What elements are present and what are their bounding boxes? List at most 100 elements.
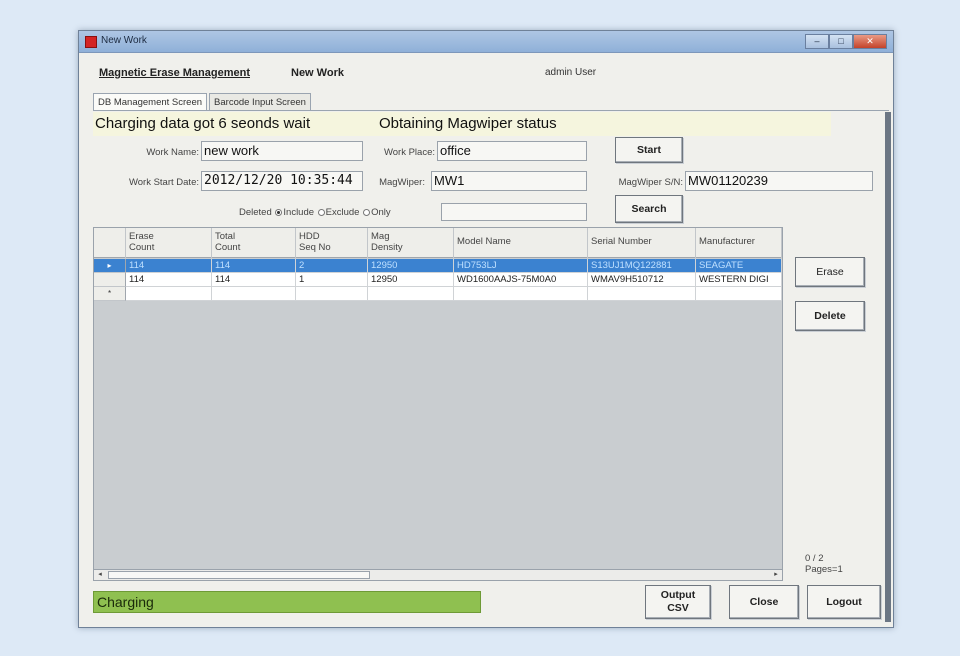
output-csv-line2: CSV (667, 602, 689, 614)
col-total-count[interactable]: Total Count (212, 228, 296, 258)
col-erase-count-line1: Erase (129, 231, 154, 242)
minimize-icon[interactable]: – (805, 34, 829, 49)
cell-manufacturer[interactable] (696, 287, 782, 301)
col-erase-count-line2: Count (129, 242, 155, 253)
menu-magnetic-erase-management[interactable]: Magnetic Erase Management (99, 67, 250, 79)
table-row[interactable]: ▸ 114 114 2 12950 HD753LJ S13UJ1MQ122881… (94, 259, 782, 273)
scroll-thumb[interactable] (108, 571, 370, 579)
main-window: New Work – □ ✕ Magnetic Erase Management… (78, 30, 894, 628)
deleted-filter: Deleted Include Exclude Only (239, 207, 391, 218)
cell-hdd-seq-no[interactable]: 2 (296, 259, 368, 273)
col-mag-density-line1: Mag (371, 231, 390, 242)
title-bar[interactable]: New Work – □ ✕ (79, 31, 893, 53)
grid-header: Erase Count Total Count HDD Seq No Mag Densi… (94, 228, 782, 258)
status-banner-right: Obtaining Magwiper status (379, 115, 557, 132)
work-name-field[interactable]: new work (201, 141, 363, 161)
include-radio[interactable] (275, 209, 283, 216)
cell-hdd-seq-no[interactable]: 1 (296, 273, 368, 287)
row-header-corner (94, 228, 126, 258)
cell-erase-count[interactable] (126, 287, 212, 301)
pager-count: 0 / 2 (805, 553, 824, 564)
magwiper-serial-label: MagWiper S/N: (618, 177, 683, 188)
col-hdd-seq-no[interactable]: HDD Seq No (296, 228, 368, 258)
tab-divider (93, 110, 889, 111)
include-radio-label[interactable]: Include (283, 207, 314, 218)
delete-button[interactable]: Delete (795, 301, 865, 331)
status-bar: Charging (93, 591, 481, 613)
start-button[interactable]: Start (615, 137, 683, 163)
col-erase-count[interactable]: Erase Count (126, 228, 212, 258)
row-selector[interactable] (94, 273, 126, 287)
tab-barcode-input[interactable]: Barcode Input Screen (209, 93, 311, 111)
table-row[interactable]: 114 114 1 12950 WD1600AAJS-75M0A0 WMAV9H… (94, 273, 782, 287)
table-row-new[interactable]: * (94, 287, 782, 301)
row-selector-icon[interactable]: ▸ (94, 259, 126, 273)
magwiper-field[interactable]: MW1 (431, 171, 587, 191)
new-row-icon[interactable]: * (94, 287, 126, 301)
cell-total-count[interactable]: 114 (212, 273, 296, 287)
erase-button[interactable]: Erase (795, 257, 865, 287)
cell-mag-density[interactable]: 12950 (368, 259, 454, 273)
menu-bar: Magnetic Erase Management New Work admin… (79, 53, 893, 91)
current-user: admin User (545, 67, 597, 78)
tab-db-management[interactable]: DB Management Screen (93, 93, 208, 111)
col-total-count-line1: Total (215, 231, 236, 242)
cell-manufacturer[interactable]: SEAGATE (696, 259, 782, 273)
app-icon (85, 36, 97, 48)
col-manufacturer[interactable]: Manufacturer (696, 228, 782, 258)
output-csv-button[interactable]: Output CSV (645, 585, 711, 619)
col-mag-density-line2: Density (371, 242, 403, 253)
work-place-field[interactable]: office (437, 141, 587, 161)
col-model-name[interactable]: Model Name (454, 228, 588, 258)
work-start-date-label: Work Start Date: (128, 177, 199, 188)
search-button[interactable]: Search (615, 195, 683, 223)
maximize-icon[interactable]: □ (829, 34, 853, 49)
col-serial-number[interactable]: Serial Number (588, 228, 696, 258)
cell-total-count[interactable] (212, 287, 296, 301)
col-mag-density[interactable]: Mag Density (368, 228, 454, 258)
cell-hdd-seq-no[interactable] (296, 287, 368, 301)
col-hdd-seq-no-line2: Seq No (299, 242, 331, 253)
col-hdd-seq-no-line1: HDD (299, 231, 320, 242)
window-controls: – □ ✕ (805, 34, 887, 49)
window-title: New Work (101, 35, 147, 46)
cell-model-name[interactable]: HD753LJ (454, 259, 588, 273)
only-radio-label[interactable]: Only (371, 207, 391, 218)
exclude-radio[interactable] (317, 209, 325, 216)
only-radio[interactable] (363, 209, 371, 216)
cell-mag-density[interactable]: 12950 (368, 273, 454, 287)
pager: 0 / 2 Pages=1 (805, 553, 843, 575)
menu-new-work[interactable]: New Work (291, 67, 344, 79)
exclude-radio-label[interactable]: Exclude (326, 207, 360, 218)
cell-model-name[interactable]: WD1600AAJS-75M0A0 (454, 273, 588, 287)
output-csv-line1: Output (660, 589, 696, 601)
right-edge-scrollbar[interactable] (885, 112, 891, 622)
work-start-date-field[interactable]: 2012/12/20 10:35:44 (201, 171, 363, 191)
magwiper-label: MagWiper: (379, 177, 425, 188)
scroll-left-icon[interactable]: ◂ (94, 570, 106, 580)
close-button[interactable]: Close (729, 585, 799, 619)
records-grid[interactable]: Erase Count Total Count HDD Seq No Mag Densi… (93, 227, 783, 579)
status-banner-left: Charging data got 6 seonds wait (95, 115, 311, 132)
filter-input[interactable] (441, 203, 587, 221)
tab-strip: DB Management Screen Barcode Input Scree… (93, 93, 313, 111)
cell-serial-number[interactable] (588, 287, 696, 301)
status-banner: Charging data got 6 seonds wait Obtainin… (93, 112, 831, 136)
cell-serial-number[interactable]: WMAV9H510712 (588, 273, 696, 287)
cell-model-name[interactable] (454, 287, 588, 301)
cell-mag-density[interactable] (368, 287, 454, 301)
cell-erase-count[interactable]: 114 (126, 259, 212, 273)
scroll-right-icon[interactable]: ▸ (770, 570, 782, 580)
cell-manufacturer[interactable]: WESTERN DIGI (696, 273, 782, 287)
cell-serial-number[interactable]: S13UJ1MQ122881 (588, 259, 696, 273)
deleted-filter-label: Deleted (239, 207, 272, 218)
work-place-label: Work Place: (383, 147, 435, 158)
horizontal-scrollbar[interactable]: ◂ ▸ (93, 569, 783, 581)
close-window-icon[interactable]: ✕ (853, 34, 887, 49)
magwiper-serial-field[interactable]: MW01120239 (685, 171, 873, 191)
work-name-label: Work Name: (146, 147, 199, 158)
logout-button[interactable]: Logout (807, 585, 881, 619)
cell-total-count[interactable]: 114 (212, 259, 296, 273)
cell-erase-count[interactable]: 114 (126, 273, 212, 287)
pager-pages: Pages=1 (805, 564, 843, 575)
